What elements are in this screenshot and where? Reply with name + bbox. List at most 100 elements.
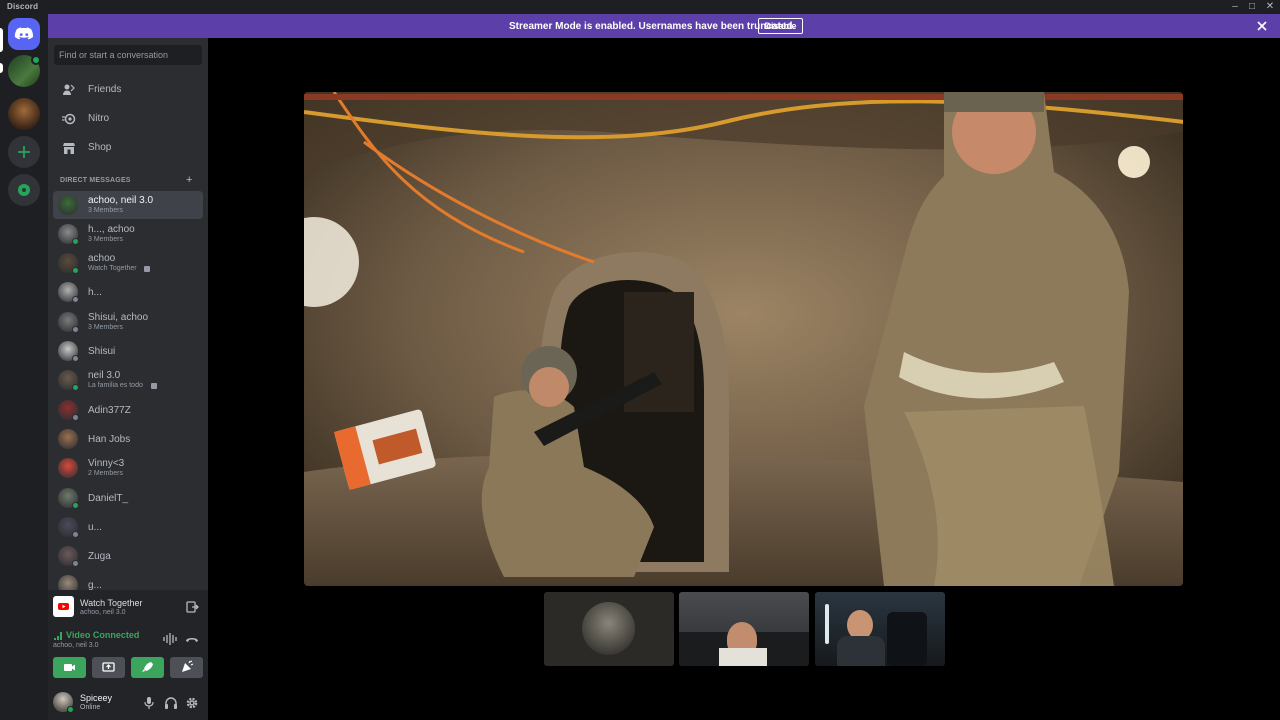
compass-icon [18,184,30,196]
maximize-icon[interactable]: □ [1242,0,1262,14]
dm-name: Vinny<3 [88,458,125,469]
friends-icon [63,84,75,95]
activity-title: Watch Together [80,598,143,608]
soundboard-button[interactable] [170,657,203,678]
add-server-button[interactable] [8,136,40,168]
dm-name: Adin377Z [88,405,131,416]
dm-item[interactable]: Shisui [53,337,203,365]
headphones-icon[interactable] [164,696,178,710]
dm-subtitle: Watch Together [88,265,137,272]
explore-button[interactable] [8,174,40,206]
unread-pill [0,63,3,73]
voice-channel[interactable]: achoo, neil 3.0 [53,642,99,649]
call-stage [208,38,1280,720]
dm-item[interactable]: h... [53,278,203,306]
discord-logo-icon [14,27,34,40]
app-title: Discord [7,2,39,11]
dm-name: neil 3.0 [88,370,121,381]
nav-friends[interactable]: Friends [54,77,202,103]
dm-subtitle: 2 Members [88,470,124,477]
status-dot [72,414,79,421]
microphone-icon[interactable] [143,696,155,710]
participant-avatar [582,602,635,655]
light-strip [825,604,829,644]
disable-button[interactable]: Disable [758,18,803,34]
dm-item[interactable]: u... [53,513,203,541]
search-input[interactable]: Find or start a conversation [54,45,202,65]
status-dot [72,238,79,245]
noise-suppression-icon[interactable] [163,633,177,645]
status-dot [72,384,79,391]
avatar [58,429,78,449]
dm-name: achoo [88,253,116,264]
server-icon-2[interactable] [8,98,40,130]
banner-text: Streamer Mode is enabled. Usernames have… [509,21,796,32]
dm-item[interactable]: Shisui, achoo 3 Members [53,308,203,336]
dm-subtitle: 3 Members [88,236,124,243]
active-pill [0,28,3,52]
video-camera-icon [64,664,75,671]
activity-icon [144,266,150,272]
dm-item[interactable]: Zuga [53,542,203,570]
participant-tile-1[interactable] [544,592,674,666]
dm-name: h..., achoo [88,224,135,235]
dm-item[interactable]: DanielT_ [53,484,203,512]
dm-item[interactable]: h..., achoo 3 Members [53,220,203,248]
dm-item[interactable]: Han Jobs [53,425,203,453]
rocket-icon [142,662,153,672]
status-dot [72,326,79,333]
dm-subtitle: 3 Members [88,207,124,214]
user-name[interactable]: Spiceey [80,693,112,703]
dm-item[interactable]: achoo, neil 3.0 3 Members [53,191,203,219]
streamer-mode-banner: Streamer Mode is enabled. Usernames have… [48,14,1280,38]
home-button[interactable] [8,18,40,50]
dm-item[interactable]: achoo Watch Together [53,249,203,277]
avatar [58,458,78,478]
tunnel-scene-image [304,92,1183,586]
dm-section-header: DIRECT MESSAGES [60,177,131,184]
close-icon[interactable] [1254,18,1270,34]
screen-share-icon [102,662,115,672]
online-status-dot [67,706,74,713]
activity-panel: Watch Together achoo, neil 3.0 [48,590,208,624]
user-status: Online [80,704,101,711]
dm-subtitle: La familia es todo [88,382,143,389]
participant-tile-3[interactable] [815,592,945,666]
activity-sub: achoo, neil 3.0 [80,609,126,616]
nav-shop[interactable]: Shop [54,135,202,161]
screen-share-button[interactable] [92,657,125,678]
title-bar: Discord – □ ✕ [0,0,1280,14]
focused-video-stream[interactable] [304,92,1183,586]
voice-status[interactable]: Video Connected [66,630,139,640]
participant-shirt [719,648,767,666]
dm-name: Shisui, achoo [88,312,149,323]
dm-item[interactable]: neil 3.0 La familia es todo [53,366,203,394]
gear-icon[interactable] [185,696,199,710]
dm-subtitle: 3 Members [88,324,124,331]
activity-button[interactable] [131,657,164,678]
nitro-icon [62,113,76,125]
voice-connection-panel: Video Connected achoo, neil 3.0 [48,624,208,686]
avatar [58,195,78,215]
server-rail [0,14,48,720]
gaming-chair [887,612,927,666]
dm-name: h... [88,287,102,298]
dm-item[interactable]: Adin377Z [53,396,203,424]
dm-item[interactable]: Vinny<3 2 Members [53,454,203,482]
nav-nitro[interactable]: Nitro [54,106,202,132]
camera-button[interactable] [53,657,86,678]
status-dot [72,267,79,274]
nav-label: Nitro [88,113,110,124]
status-dot [72,355,79,362]
close-window-icon[interactable]: ✕ [1260,0,1280,14]
leave-activity-icon[interactable] [185,600,199,614]
dm-name: DanielT_ [88,493,129,504]
participant-shirt [837,636,885,666]
server-badge [31,55,41,65]
activity-thumbnail [53,596,74,617]
status-dot [72,531,79,538]
create-dm-plus-icon[interactable]: + [186,174,192,186]
activity-icon [151,383,157,389]
participant-tile-2[interactable] [679,592,809,666]
disconnect-icon[interactable] [185,633,199,645]
